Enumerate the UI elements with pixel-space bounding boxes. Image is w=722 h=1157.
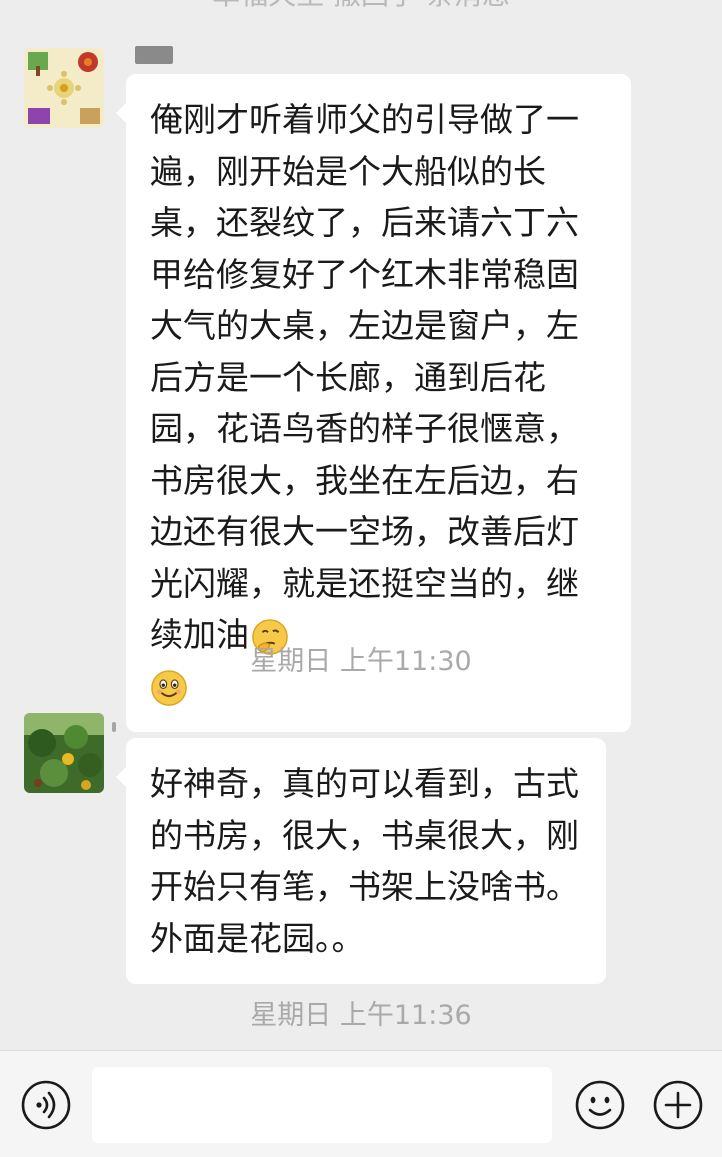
message-bubble[interactable]: 俺刚才听着师父的引导做了一遍，刚开始是个大船似的长桌，还裂纹了，后来请六丁六甲给… [116, 74, 631, 732]
message-text: 好神奇，真的可以看到，古式的书房，很大，书桌很大，刚开始只有笔，书架上没啥书。外… [150, 764, 579, 958]
avatar-flower-icon [24, 48, 104, 128]
chat-area[interactable]: 单福天生 撤回了 条消息 俺刚才听着师父的引导做了一遍，刚开始是个大船似的长桌，… [0, 0, 722, 1050]
timestamp: 星期日 上午11:36 [250, 1000, 472, 1031]
emoji-button-icon[interactable] [574, 1079, 626, 1131]
timestamp: 星期日 上午11:30 [250, 646, 472, 677]
message-input[interactable] [92, 1067, 552, 1143]
sender-avatar[interactable] [24, 48, 104, 128]
sender-name-redacted [135, 46, 173, 64]
voice-input-icon[interactable] [20, 1079, 72, 1131]
avatar-garden-icon [24, 713, 104, 793]
message-bubble[interactable]: 好神奇，真的可以看到，古式的书房，很大，书桌很大，刚开始只有笔，书架上没啥书。外… [116, 738, 606, 984]
recall-notice: 单福天生 撤回了 条消息 [0, 0, 722, 12]
input-bar [0, 1050, 722, 1157]
message-text: 俺刚才听着师父的引导做了一遍，刚开始是个大船似的长桌，还裂纹了，后来请六丁六甲给… [150, 100, 579, 654]
sender-avatar[interactable] [24, 713, 104, 793]
plus-more-icon[interactable] [652, 1079, 704, 1131]
sender-name-redacted [112, 722, 116, 732]
